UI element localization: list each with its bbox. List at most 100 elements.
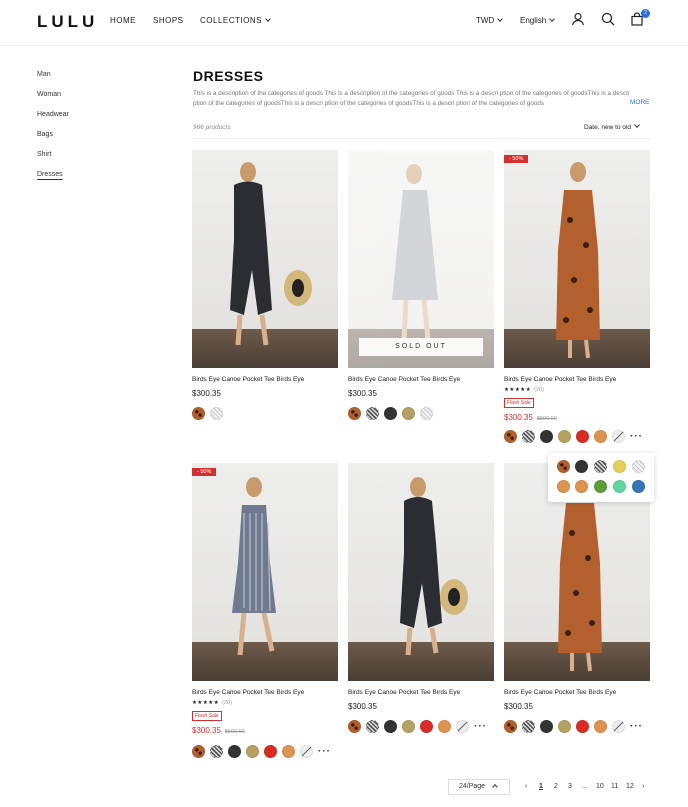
swatch-leopard[interactable]	[557, 460, 570, 473]
swatch-olive[interactable]	[558, 430, 571, 444]
swatch-orange-2[interactable]	[575, 480, 588, 493]
more-swatches-icon[interactable]: ···	[630, 721, 643, 732]
page-2[interactable]: 2	[554, 783, 558, 790]
color-swatches	[192, 405, 228, 421]
product-name[interactable]: Birds Eye Canoe Pocket Tee Birds Eye	[504, 689, 616, 696]
chevron-up-icon	[492, 784, 498, 790]
swatch-stripe[interactable]	[366, 407, 379, 421]
product-name[interactable]: Birds Eye Canoe Pocket Tee Birds Eye	[192, 689, 304, 696]
swatch-orange[interactable]	[282, 745, 295, 759]
more-swatches-icon[interactable]: ···	[630, 431, 643, 442]
swatch-leopard[interactable]	[348, 407, 361, 421]
swatch-black[interactable]	[384, 407, 397, 421]
more-swatches-icon[interactable]: ···	[318, 746, 331, 757]
swatch-yellow[interactable]	[613, 460, 626, 473]
swatch-green[interactable]	[594, 480, 607, 493]
chevron-down-icon	[497, 16, 504, 22]
swatch-leopard[interactable]	[348, 720, 361, 734]
swatch-leopard[interactable]	[192, 745, 205, 759]
nav-shops[interactable]: SHOPS	[153, 16, 184, 25]
product-image[interactable]	[192, 463, 338, 681]
swatch-black[interactable]	[228, 745, 241, 759]
sidebar-item-woman[interactable]: Woman	[37, 90, 69, 110]
language-label: English	[520, 16, 547, 25]
swatch-olive[interactable]	[246, 745, 259, 759]
swatch-blue[interactable]	[632, 480, 645, 493]
swatch-black[interactable]	[575, 460, 588, 473]
swatch-stripe[interactable]	[366, 720, 379, 734]
page-3[interactable]: 3	[568, 783, 572, 790]
site-header: LULU HOME SHOPS COLLECTIONS TWD English …	[0, 0, 688, 46]
currency-select[interactable]: TWD	[476, 16, 504, 25]
brand-logo[interactable]: LULU	[37, 12, 98, 32]
swatch-olive[interactable]	[402, 720, 415, 734]
swatch-leopard[interactable]	[192, 407, 205, 421]
divider	[193, 138, 650, 139]
swatch-unavailable[interactable]	[612, 720, 625, 734]
next-page-icon[interactable]: ›	[642, 783, 644, 790]
prev-page-icon[interactable]: ‹	[525, 783, 527, 790]
swatch-unavailable[interactable]	[300, 745, 313, 759]
swatch-stripe[interactable]	[210, 745, 223, 759]
nav-home[interactable]: HOME	[110, 16, 136, 25]
product-name[interactable]: Birds Eye Canoe Pocket Tee Birds Eye	[348, 376, 460, 383]
swatch-orange[interactable]	[557, 480, 570, 493]
product-name[interactable]: Birds Eye Canoe Pocket Tee Birds Eye	[504, 376, 616, 383]
swatch-leopard[interactable]	[504, 720, 517, 734]
swatch-black[interactable]	[540, 430, 553, 444]
swatch-red[interactable]	[576, 430, 589, 444]
swatch-orange[interactable]	[594, 430, 607, 444]
account-icon[interactable]	[571, 12, 587, 28]
color-swatches	[348, 405, 438, 421]
page-11[interactable]: 11	[611, 783, 618, 790]
sidebar-item-headwear[interactable]: Headwear	[37, 110, 69, 130]
swatch-stripe[interactable]	[522, 720, 535, 734]
swatch-olive[interactable]	[558, 720, 571, 734]
sidebar-item-shirt[interactable]: Shirt	[37, 150, 69, 170]
per-page-select[interactable]: 24/Page	[448, 779, 510, 795]
swatch-red[interactable]	[264, 745, 277, 759]
swatch-unavailable[interactable]	[456, 720, 469, 734]
swatch-light-stripe[interactable]	[210, 407, 223, 421]
swatch-red[interactable]	[420, 720, 433, 734]
swatch-stripe[interactable]	[594, 460, 607, 473]
product-image[interactable]	[348, 463, 494, 681]
sale-price: $300.35	[504, 413, 533, 422]
swatch-black[interactable]	[384, 720, 397, 734]
review-count: (20)	[222, 700, 232, 706]
swatch-red[interactable]	[576, 720, 589, 734]
sidebar-item-bags[interactable]: Bags	[37, 130, 69, 150]
page-12[interactable]: 12	[626, 783, 634, 790]
sidebar-item-dresses[interactable]: Dresses	[37, 170, 69, 190]
search-icon[interactable]	[601, 12, 617, 28]
product-price: $300.35	[192, 389, 221, 398]
page-1[interactable]: 1	[539, 783, 543, 790]
product-price: $300.35	[504, 702, 533, 711]
color-swatches: ···	[504, 428, 643, 444]
sale-price: $300.35	[192, 726, 221, 735]
product-image[interactable]	[504, 150, 650, 368]
product-name[interactable]: Birds Eye Canoe Pocket Tee Birds Eye	[348, 689, 460, 696]
swatch-light-stripe[interactable]	[420, 407, 433, 421]
page-10[interactable]: 10	[596, 783, 604, 790]
color-swatches: ···	[348, 718, 487, 734]
product-image[interactable]	[192, 150, 338, 368]
swatch-black[interactable]	[540, 720, 553, 734]
swatch-olive[interactable]	[402, 407, 415, 421]
swatch-stripe[interactable]	[522, 430, 535, 444]
read-more-link[interactable]: MORE	[630, 99, 650, 106]
swatch-orange[interactable]	[438, 720, 451, 734]
product-image[interactable]	[348, 150, 494, 368]
sort-select[interactable]: Date, new to old	[584, 122, 640, 131]
swatch-mint[interactable]	[613, 480, 626, 493]
swatch-leopard[interactable]	[504, 430, 517, 444]
nav-collections[interactable]: COLLECTIONS	[200, 16, 271, 25]
swatch-unavailable[interactable]	[612, 430, 625, 444]
product-name[interactable]: Birds Eye Canoe Pocket Tee Birds Eye	[192, 376, 304, 383]
product-count: 966 products	[193, 124, 231, 131]
sidebar-item-man[interactable]: Man	[37, 70, 69, 90]
swatch-light-stripe[interactable]	[632, 460, 645, 473]
language-select[interactable]: English	[520, 16, 556, 25]
more-swatches-icon[interactable]: ···	[474, 721, 487, 732]
swatch-orange[interactable]	[594, 720, 607, 734]
